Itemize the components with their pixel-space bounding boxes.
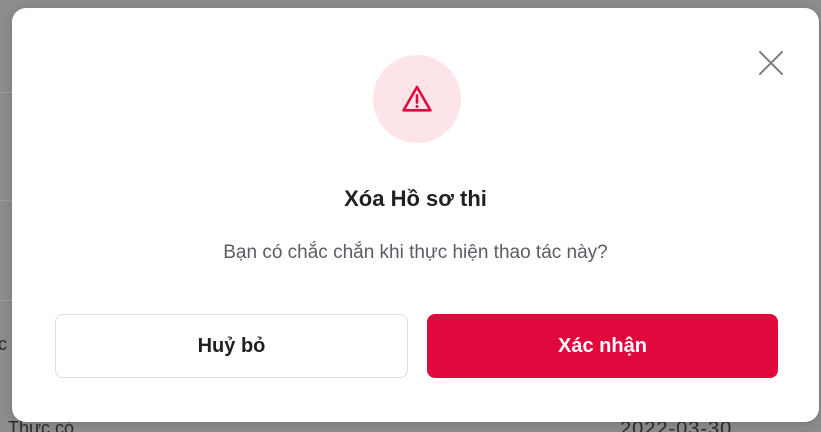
confirm-delete-dialog: Xóa Hồ sơ thi Bạn có chắc chắn khi thực … (12, 8, 819, 422)
dialog-message: Bạn có chắc chắn khi thực hiện thao tác … (223, 242, 608, 263)
warning-triangle-icon (402, 85, 432, 112)
background-text: c (0, 334, 7, 354)
background-divider (0, 200, 12, 201)
background-divider (0, 92, 12, 93)
confirm-button[interactable]: Xác nhận (427, 314, 778, 378)
warning-icon-badge (373, 55, 461, 143)
cancel-button[interactable]: Huỷ bỏ (55, 314, 408, 378)
close-button[interactable] (756, 48, 786, 78)
dialog-title: Xóa Hồ sơ thi (344, 186, 487, 211)
close-icon (759, 51, 783, 75)
background-divider (0, 300, 12, 301)
cancel-button-label: Huỷ bỏ (197, 334, 266, 357)
confirm-button-label: Xác nhận (558, 334, 647, 357)
